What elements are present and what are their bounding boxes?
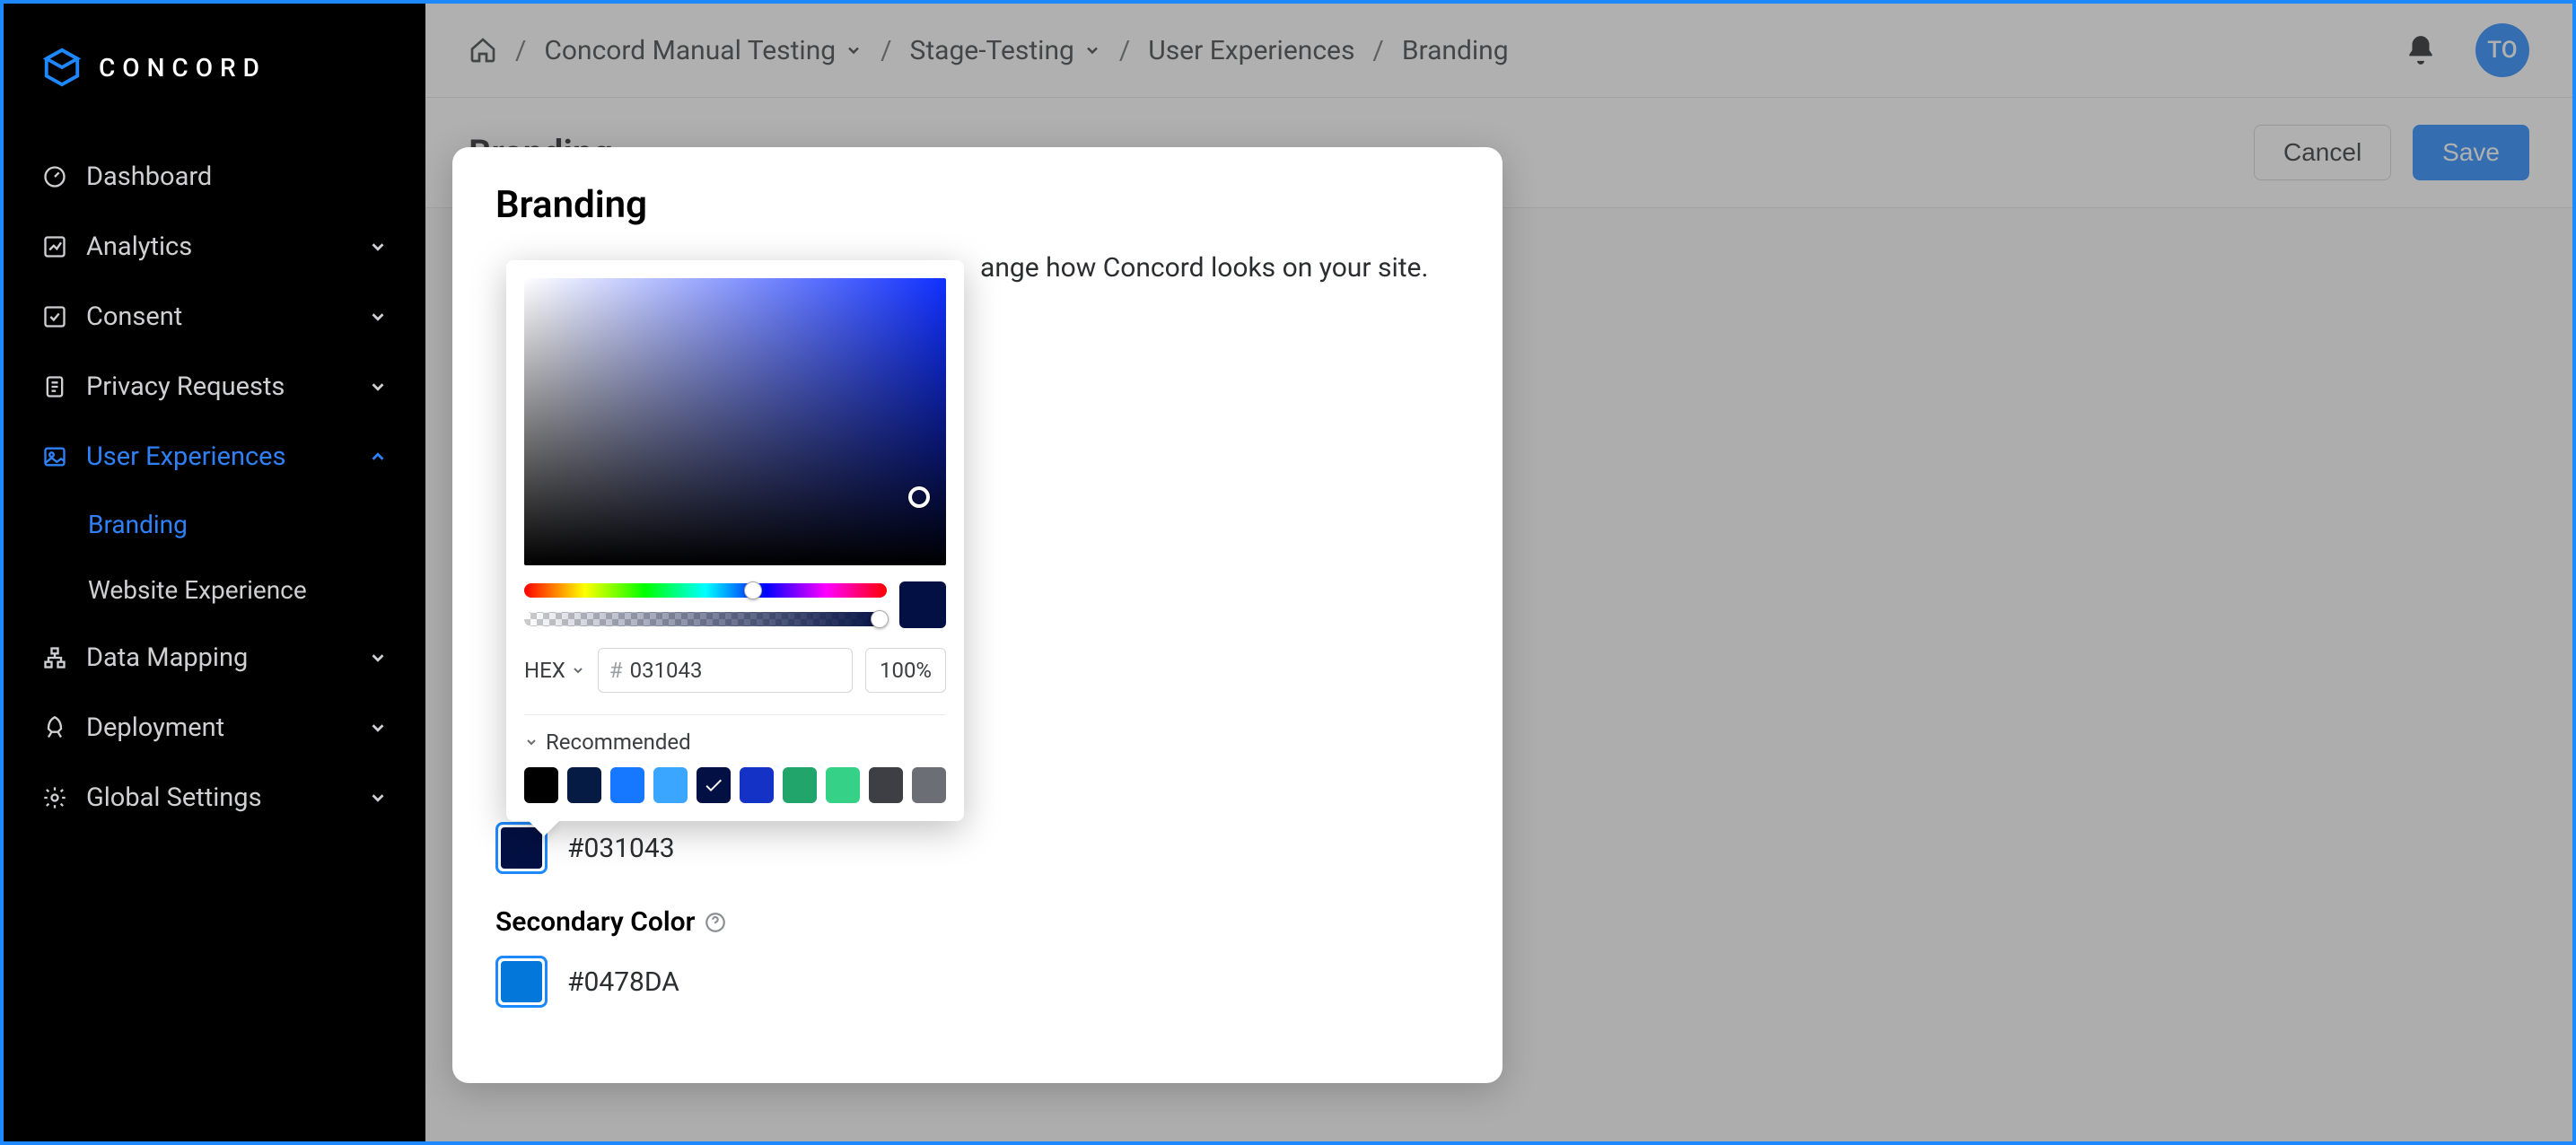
brand: CONCORD [4, 29, 425, 142]
breadcrumb-item[interactable]: User Experiences [1148, 35, 1354, 66]
recommended-swatch[interactable] [826, 767, 860, 803]
breadcrumb-label: Stage-Testing [910, 35, 1074, 66]
gear-icon [41, 784, 68, 811]
sidebar-item-label: Dashboard [86, 162, 212, 192]
recommended-swatch[interactable] [610, 767, 644, 803]
sidebar-item-consent[interactable]: Consent [4, 282, 425, 352]
sidebar-sub-item-website-experience[interactable]: Website Experience [88, 557, 425, 623]
primary-color-swatch-inner [501, 827, 542, 869]
chevron-down-icon [571, 663, 585, 677]
sidebar-item-label: Branding [88, 510, 188, 539]
recommended-swatch[interactable] [653, 767, 688, 803]
rocket-icon [41, 714, 68, 741]
recommended-swatches [524, 767, 946, 803]
hex-value: 031043 [630, 658, 703, 683]
home-icon[interactable] [469, 36, 497, 65]
alpha-thumb[interactable] [871, 610, 889, 628]
breadcrumb-label: User Experiences [1148, 35, 1354, 66]
chevron-up-icon [368, 447, 388, 467]
sidebar-item-label: Deployment [86, 712, 224, 743]
brand-name: CONCORD [99, 53, 267, 83]
chevron-down-icon [368, 648, 388, 668]
image-icon [41, 443, 68, 470]
sidebar-item-global-settings[interactable]: Global Settings [4, 763, 425, 833]
sidebar-item-label: Website Experience [88, 575, 307, 605]
recommended-toggle[interactable]: Recommended [524, 730, 946, 755]
gauge-icon [41, 163, 68, 190]
primary-color-hex: #031043 [567, 833, 675, 864]
recommended-swatch[interactable] [869, 767, 903, 803]
secondary-color-swatch-inner [501, 961, 542, 1002]
alpha-slider[interactable] [524, 612, 887, 626]
brand-logo-icon [41, 47, 83, 88]
recommended-swatch[interactable] [567, 767, 601, 803]
sidebar-sub-user-experiences: Branding Website Experience [4, 492, 425, 623]
secondary-color-row: #0478DA [495, 956, 1459, 1008]
sidebar-item-label: Privacy Requests [86, 371, 285, 402]
cancel-button[interactable]: Cancel [2254, 125, 2391, 180]
color-preview [899, 581, 946, 628]
modal-title: Branding [495, 183, 1459, 227]
chevron-down-icon [368, 377, 388, 397]
saturation-cursor[interactable] [908, 486, 930, 508]
secondary-color-label: Secondary Color [495, 906, 1459, 938]
sidebar-item-data-mapping[interactable]: Data Mapping [4, 623, 425, 693]
hash-prefix: # [609, 658, 623, 683]
recommended-swatch[interactable] [783, 767, 817, 803]
save-button[interactable]: Save [2413, 125, 2529, 180]
alpha-input[interactable]: 100% [865, 648, 946, 693]
sidebar-item-label: Analytics [86, 232, 192, 262]
primary-color-row: #031043 [495, 822, 1459, 874]
breadcrumb-item[interactable]: Concord Manual Testing [544, 35, 863, 66]
sidebar-item-user-experiences[interactable]: User Experiences [4, 422, 425, 492]
document-icon [41, 373, 68, 400]
chevron-down-icon [368, 237, 388, 257]
nav: Dashboard Analytics Consent [4, 142, 425, 833]
saturation-panel[interactable] [524, 278, 946, 565]
sidebar-item-label: Data Mapping [86, 642, 248, 673]
topbar: / Concord Manual Testing / Stage-Testing… [425, 4, 2572, 98]
sidebar-item-label: Consent [86, 302, 182, 332]
chevron-down-icon [845, 41, 863, 59]
recommended-swatch[interactable] [524, 767, 558, 803]
recommended-swatch[interactable] [697, 767, 731, 803]
chevron-down-icon [368, 788, 388, 808]
sidebar: CONCORD Dashboard Analytics Cons [4, 4, 425, 1141]
bell-icon[interactable] [2404, 33, 2438, 67]
sidebar-item-label: Global Settings [86, 782, 262, 813]
main: / Concord Manual Testing / Stage-Testing… [425, 4, 2572, 1141]
breadcrumb-label: Concord Manual Testing [544, 35, 836, 66]
recommended-swatch[interactable] [740, 767, 774, 803]
sidebar-item-analytics[interactable]: Analytics [4, 212, 425, 282]
breadcrumb-item: Branding [1402, 35, 1509, 66]
secondary-color-swatch[interactable] [495, 956, 548, 1008]
breadcrumb-item[interactable]: Stage-Testing [910, 35, 1101, 66]
chart-icon [41, 233, 68, 260]
recommended-swatch[interactable] [912, 767, 946, 803]
avatar-initials: TO [2487, 37, 2517, 64]
hue-slider[interactable] [524, 583, 887, 598]
sidebar-item-dashboard[interactable]: Dashboard [4, 142, 425, 212]
chevron-down-icon [1083, 41, 1101, 59]
sitemap-icon [41, 644, 68, 671]
chevron-down-icon [524, 735, 539, 749]
sidebar-item-deployment[interactable]: Deployment [4, 693, 425, 763]
help-icon[interactable] [704, 911, 727, 934]
check-box-icon [41, 303, 68, 330]
format-select[interactable]: HEX [524, 658, 585, 683]
sidebar-item-label: User Experiences [86, 441, 286, 472]
avatar[interactable]: TO [2475, 23, 2529, 77]
chevron-down-icon [368, 307, 388, 327]
breadcrumb-label: Branding [1402, 35, 1509, 66]
hue-thumb[interactable] [744, 581, 762, 599]
hex-input[interactable]: # 031043 [598, 648, 853, 693]
chevron-down-icon [368, 718, 388, 738]
color-picker-popover: HEX # 031043 100% Recommended [506, 260, 964, 821]
sidebar-item-privacy-requests[interactable]: Privacy Requests [4, 352, 425, 422]
sidebar-sub-item-branding[interactable]: Branding [88, 492, 425, 557]
secondary-color-hex: #0478DA [567, 966, 679, 998]
